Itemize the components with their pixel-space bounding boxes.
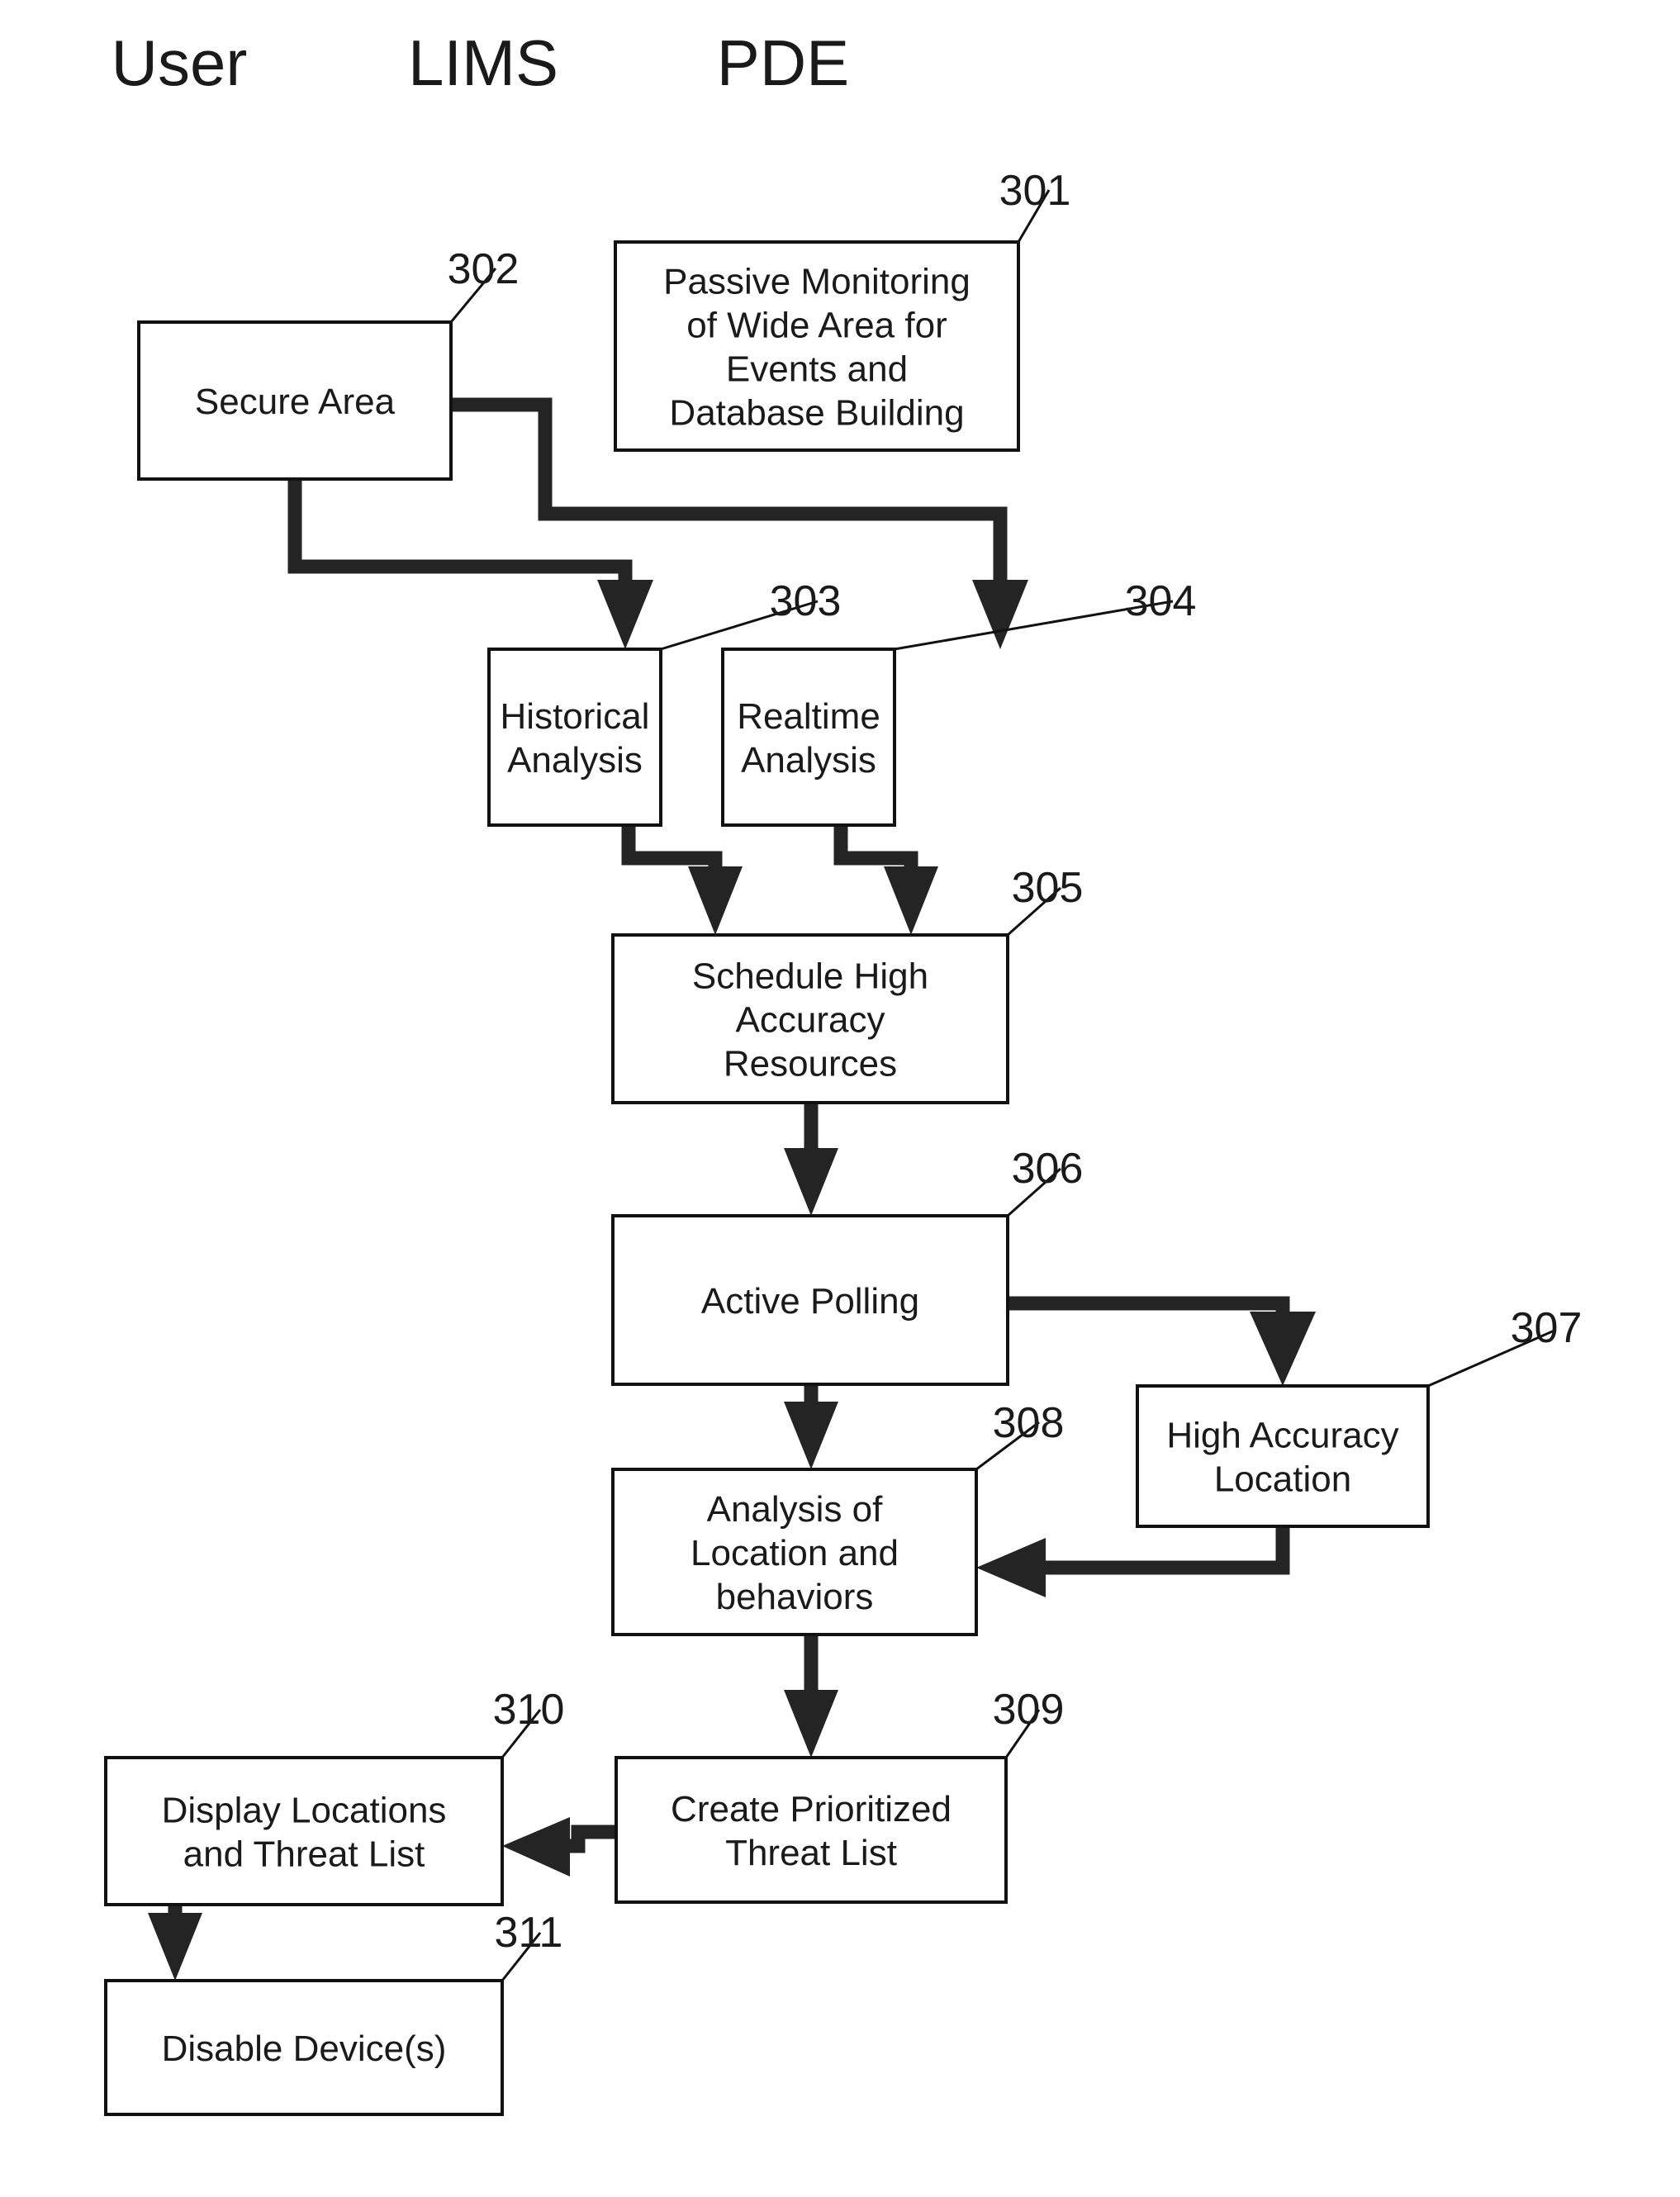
- box-label-create-prioritized-threat-list: Create Prioritized: [671, 1789, 952, 1829]
- reference-label-310: 310: [493, 1686, 565, 1734]
- box-label-display-locations-and-threat-list: Display Locations: [162, 1791, 447, 1831]
- reference-label-311: 311: [495, 1909, 563, 1957]
- reference-label-307: 307: [1511, 1304, 1583, 1352]
- reference-numeral-302: 302: [448, 245, 520, 323]
- connector-active-polling-to-analysis: [784, 1384, 838, 1469]
- reference-label-303: 303: [770, 577, 842, 625]
- box-label-schedule-high-accuracy-resources: Accuracy: [736, 1000, 885, 1041]
- connector-secure-area-to-historical-analysis-line: [287, 479, 633, 611]
- box-label-high-accuracy-location: High Accuracy: [1166, 1416, 1398, 1456]
- box-outline-high-accuracy-location: [1136, 1384, 1430, 1528]
- connector-active-polling-to-high-accuracy-location-arrowhead-icon: [1250, 1312, 1316, 1386]
- reference-label-309: 309: [993, 1686, 1065, 1734]
- reference-label-302: 302: [448, 245, 520, 293]
- connector-secure-area-to-realtime-analysis-arrowhead-icon: [972, 580, 1028, 649]
- box-label-high-accuracy-location: Location: [1214, 1459, 1351, 1500]
- box-outline-display-locations-and-threat-list: [104, 1756, 504, 1906]
- connector-active-polling-to-analysis-arrowhead-icon: [784, 1402, 838, 1469]
- box-label-schedule-high-accuracy-resources: Schedule High: [692, 956, 928, 997]
- connector-create-threat-list-to-display-arrowhead-icon: [502, 1817, 570, 1877]
- connector-schedule-to-active-polling-arrowhead-icon: [784, 1148, 838, 1216]
- process-box-passive-monitoring: Passive Monitoringof Wide Area forEvents…: [614, 240, 1020, 452]
- connectors-group: [148, 397, 1316, 1981]
- box-label-passive-monitoring: Database Building: [669, 393, 964, 434]
- connector-secure-area-to-historical-analysis: [287, 479, 653, 649]
- reference-numeral-307: 307: [1427, 1304, 1583, 1388]
- reference-numeral-303: 303: [660, 577, 842, 651]
- box-outline-historical-analysis: [487, 648, 662, 827]
- box-label-historical-analysis: Historical: [501, 696, 650, 737]
- box-label-schedule-high-accuracy-resources: Resources: [724, 1044, 897, 1084]
- lane-title-user: User: [112, 26, 248, 99]
- box-label-display-locations-and-threat-list: and Threat List: [183, 1834, 425, 1875]
- reference-numeral-311: 311: [495, 1909, 563, 1981]
- box-outline-realtime-analysis: [721, 648, 896, 827]
- box-label-passive-monitoring: Events and: [726, 349, 908, 390]
- connector-historical-analysis-to-schedule: [621, 825, 743, 935]
- reference-numeral-306: 306: [1007, 1145, 1084, 1217]
- reference-numeral-301: 301: [999, 167, 1071, 243]
- box-label-analysis-of-location-and-behaviors: Location and: [691, 1533, 899, 1573]
- reference-label-306: 306: [1012, 1145, 1084, 1193]
- connector-active-polling-to-high-accuracy-location-line: [1008, 1296, 1290, 1345]
- connector-analysis-to-create-threat-list: [784, 1635, 838, 1758]
- connector-high-accuracy-location-to-analysis-line: [1024, 1526, 1290, 1575]
- box-label-passive-monitoring: of Wide Area for: [686, 306, 947, 346]
- connector-display-to-disable-devices: [148, 1905, 202, 1981]
- box-label-realtime-analysis: Realtime: [737, 696, 880, 737]
- process-boxes-group: Passive Monitoringof Wide Area forEvents…: [104, 240, 1430, 2116]
- reference-label-305: 305: [1012, 864, 1084, 912]
- connector-create-threat-list-to-display: [502, 1817, 616, 1877]
- reference-numeral-310: 310: [493, 1686, 565, 1758]
- connector-high-accuracy-location-to-analysis: [976, 1526, 1290, 1597]
- reference-numeral-305: 305: [1007, 864, 1084, 937]
- box-label-active-polling: Active Polling: [701, 1281, 919, 1322]
- box-label-create-prioritized-threat-list: Threat List: [725, 1833, 897, 1873]
- box-label-secure-area: Secure Area: [195, 382, 396, 422]
- box-outline-create-prioritized-threat-list: [615, 1756, 1008, 1904]
- process-box-secure-area: Secure Area: [137, 320, 453, 481]
- process-box-active-polling: Active Polling: [611, 1214, 1009, 1386]
- box-label-analysis-of-location-and-behaviors: behaviors: [716, 1577, 874, 1617]
- reference-numeral-308: 308: [975, 1399, 1065, 1471]
- process-box-schedule-high-accuracy-resources: Schedule HighAccuracyResources: [611, 933, 1009, 1104]
- connector-high-accuracy-location-to-analysis-arrowhead-icon: [976, 1538, 1046, 1597]
- lane-titles-group: User LIMS PDE: [112, 26, 850, 99]
- connector-secure-area-to-historical-analysis-arrowhead-icon: [597, 580, 653, 649]
- lane-title-lims: LIMS: [408, 26, 558, 99]
- box-label-disable-devices: Disable Device(s): [162, 2029, 447, 2069]
- box-label-passive-monitoring: Passive Monitoring: [663, 262, 971, 302]
- reference-label-308: 308: [993, 1399, 1065, 1447]
- process-box-analysis-of-location-and-behaviors: Analysis ofLocation andbehaviors: [611, 1468, 978, 1636]
- connector-realtime-analysis-to-schedule-arrowhead-icon: [884, 866, 938, 935]
- reference-numeral-309: 309: [993, 1686, 1065, 1758]
- connector-display-to-disable-devices-arrowhead-icon: [148, 1913, 202, 1981]
- reference-numeral-304: 304: [894, 577, 1197, 651]
- process-box-display-locations-and-threat-list: Display Locationsand Threat List: [104, 1756, 504, 1906]
- process-box-historical-analysis: HistoricalAnalysis: [487, 648, 662, 827]
- reference-label-304: 304: [1125, 577, 1197, 625]
- lane-title-pde: PDE: [717, 26, 849, 99]
- connector-analysis-to-create-threat-list-arrowhead-icon: [784, 1690, 838, 1758]
- process-box-disable-devices: Disable Device(s): [104, 1979, 504, 2116]
- connector-schedule-to-active-polling: [784, 1103, 838, 1216]
- flowchart-diagram: User LIMS PDE Passive Monitoring of Wide Ar…: [0, 0, 1680, 2197]
- connector-historical-analysis-to-schedule-arrowhead-icon: [688, 866, 743, 935]
- connector-active-polling-to-high-accuracy-location: [1008, 1296, 1316, 1386]
- box-label-analysis-of-location-and-behaviors: Analysis of: [707, 1489, 884, 1530]
- box-label-realtime-analysis: Analysis: [741, 740, 876, 781]
- flowchart-canvas: User LIMS PDE Passive Monitoringof Wide Ar…: [104, 26, 1583, 2116]
- process-box-realtime-analysis: RealtimeAnalysis: [721, 648, 896, 827]
- process-box-high-accuracy-location: High AccuracyLocation: [1136, 1384, 1430, 1528]
- reference-label-301: 301: [999, 167, 1071, 215]
- process-box-create-prioritized-threat-list: Create PrioritizedThreat List: [615, 1756, 1008, 1904]
- connector-realtime-analysis-to-schedule: [833, 825, 938, 935]
- box-label-historical-analysis: Analysis: [507, 740, 643, 781]
